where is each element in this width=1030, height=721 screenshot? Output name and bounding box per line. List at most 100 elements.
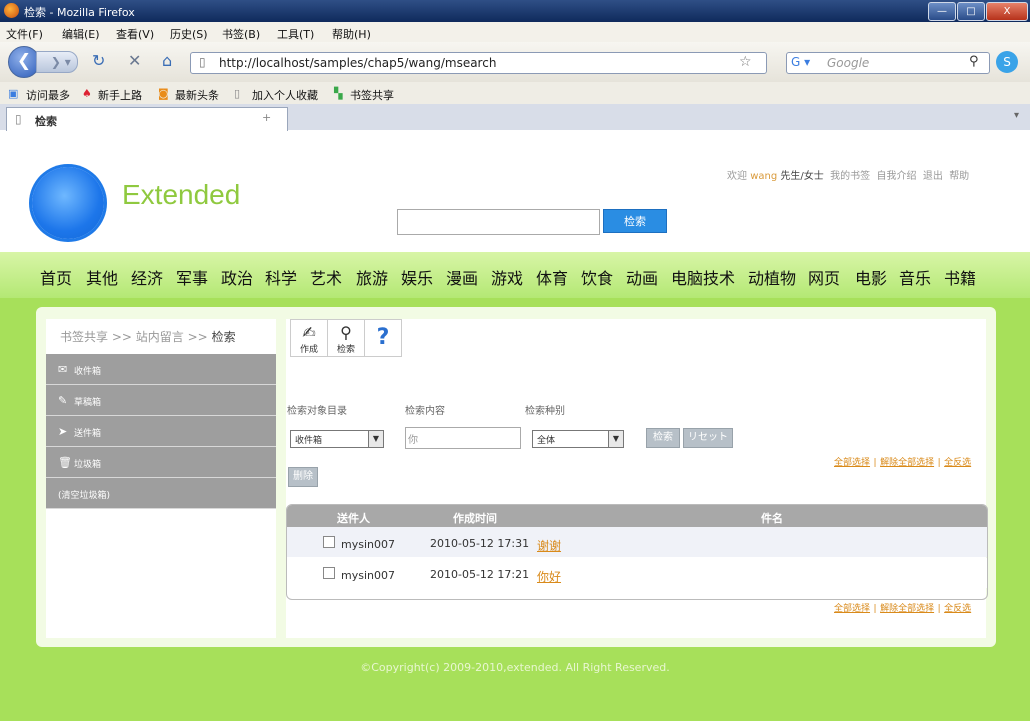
reset-button[interactable]: リセット — [683, 428, 733, 448]
search-submit-button[interactable]: 检索 — [646, 428, 680, 448]
row-subject-link[interactable]: 你好 — [537, 568, 561, 585]
site-search-input[interactable] — [397, 209, 600, 235]
category-music[interactable]: 音乐 — [899, 265, 931, 289]
tab-title[interactable]: 检索 — [35, 113, 57, 129]
category-food[interactable]: 饮食 — [581, 265, 613, 289]
delete-button[interactable]: 删除 — [288, 467, 318, 487]
target-folder-value: 收件箱 — [295, 436, 323, 446]
content-label: 检索内容 — [405, 406, 445, 417]
search-content-input[interactable] — [405, 427, 521, 449]
bookmark-add-favorites[interactable]: 加入个人收藏 — [252, 87, 318, 103]
menu-bookmarks[interactable]: 书签(B) — [222, 26, 260, 42]
forward-button[interactable]: ❯ ▾ — [36, 51, 78, 73]
breadcrumb-separator: >> — [111, 330, 132, 344]
menu-file[interactable]: 文件(F) — [6, 26, 43, 42]
category-other[interactable]: 其他 — [86, 265, 118, 289]
category-politics[interactable]: 政治 — [221, 265, 253, 289]
category-travel[interactable]: 旅游 — [356, 265, 388, 289]
category-movies[interactable]: 电影 — [855, 265, 887, 289]
help-button[interactable]: ? — [364, 319, 402, 357]
select-all-link[interactable]: 全部选择 — [834, 604, 870, 614]
new-tab-button[interactable]: + — [262, 111, 271, 124]
compose-button[interactable]: ✍ 作成 — [290, 319, 328, 357]
bookmark-star-icon[interactable]: ☆ — [739, 54, 752, 70]
category-home[interactable]: 首页 — [40, 265, 72, 289]
category-comics[interactable]: 漫画 — [446, 265, 478, 289]
category-nav: 首页 其他 经济 军事 政治 科学 艺术 旅游 娱乐 漫画 游戏 体育 饮食 动… — [0, 252, 1030, 298]
bookmark-latest-headlines[interactable]: 最新头条 — [175, 87, 219, 103]
category-sports[interactable]: 体育 — [536, 265, 568, 289]
menu-tools[interactable]: 工具(T) — [277, 26, 314, 42]
table-row[interactable]: mysin007 2010-05-12 17:21 你好 — [287, 558, 987, 588]
type-label: 检索种别 — [525, 406, 565, 417]
breadcrumb-messages[interactable]: 站内留言 — [136, 330, 184, 344]
target-folder-select[interactable]: 收件箱 ▼ — [290, 430, 384, 448]
deselect-all-link[interactable]: 解除全部选择 — [880, 458, 934, 468]
table-row[interactable]: mysin007 2010-05-12 17:31 谢谢 — [287, 527, 987, 557]
sidebar-item-drafts[interactable]: ✎ 草稿箱 — [46, 385, 276, 416]
close-window-button[interactable]: X — [986, 2, 1028, 21]
search-engine-box[interactable]: G ▾ Google ⚲ — [786, 52, 990, 74]
stop-icon[interactable]: ✕ — [128, 51, 141, 70]
menu-edit[interactable]: 编辑(E) — [62, 26, 100, 42]
category-games[interactable]: 游戏 — [491, 265, 523, 289]
google-icon[interactable]: G ▾ — [791, 55, 810, 69]
column-sender[interactable]: 送件人 — [337, 510, 370, 526]
tab-list-icon[interactable]: ▾ — [1014, 110, 1019, 121]
category-books[interactable]: 书籍 — [944, 265, 976, 289]
category-computers[interactable]: 电脑技术 — [671, 265, 735, 289]
url-bar[interactable]: ▯ http://localhost/samples/chap5/wang/ms… — [190, 52, 767, 74]
menu-help[interactable]: 帮助(H) — [332, 26, 371, 42]
link-self-intro[interactable]: 自我介绍 — [876, 171, 916, 182]
sidebar-item-empty-trash[interactable]: (清空垃圾箱) — [46, 478, 276, 509]
maximize-button[interactable]: □ — [957, 2, 985, 21]
category-entertainment[interactable]: 娱乐 — [401, 265, 433, 289]
row-subject-link[interactable]: 谢谢 — [537, 537, 561, 554]
invert-selection-link[interactable]: 全反选 — [944, 604, 971, 614]
category-nature[interactable]: 动植物 — [748, 265, 796, 289]
category-economy[interactable]: 经济 — [131, 265, 163, 289]
home-icon[interactable]: ⌂ — [162, 51, 172, 70]
menu-history[interactable]: 历史(S) — [170, 26, 208, 42]
search-type-select[interactable]: 全体 ▼ — [532, 430, 624, 448]
search-engine-placeholder[interactable]: Google — [827, 56, 869, 70]
select-all-link[interactable]: 全部选择 — [834, 458, 870, 468]
sidebar-item-trash[interactable]: 🗑 垃圾箱 — [46, 447, 276, 478]
menu-view[interactable]: 查看(V) — [116, 26, 154, 42]
link-help[interactable]: 帮助 — [949, 171, 969, 182]
url-text[interactable]: http://localhost/samples/chap5/wang/msea… — [219, 56, 496, 70]
bookmark-getting-started[interactable]: 新手上路 — [98, 87, 142, 103]
navigation-toolbar: ❮ ❯ ▾ ↻ ✕ ⌂ ▯ http://localhost/samples/c… — [0, 42, 1030, 82]
link-my-bookmarks[interactable]: 我的书签 — [830, 171, 870, 182]
search-icon[interactable]: ⚲ — [969, 54, 979, 69]
reload-icon[interactable]: ↻ — [92, 51, 105, 70]
skype-icon[interactable]: S — [996, 51, 1018, 73]
trash-icon: 🗑 — [58, 456, 72, 469]
bookmark-share[interactable]: 书签共享 — [350, 87, 394, 103]
message-table: 送件人 作成时间 件名 mysin007 2010-05-12 17:31 谢谢… — [286, 504, 988, 600]
chevron-down-icon[interactable]: ▼ — [368, 431, 383, 447]
site-search-button[interactable]: 检索 — [603, 209, 667, 233]
row-checkbox[interactable] — [323, 567, 335, 579]
target-folder-label: 检索对象目录 — [287, 406, 347, 417]
invert-selection-link[interactable]: 全反选 — [944, 458, 971, 468]
minimize-button[interactable]: — — [928, 2, 956, 21]
column-created-time[interactable]: 作成时间 — [453, 510, 497, 526]
category-military[interactable]: 军事 — [176, 265, 208, 289]
search-tool-button[interactable]: ⚲ 检索 — [327, 319, 365, 357]
column-subject[interactable]: 件名 — [761, 510, 783, 526]
sidebar-item-inbox[interactable]: ✉ 收件箱 — [46, 354, 276, 385]
link-logout[interactable]: 退出 — [923, 171, 943, 182]
compose-label: 作成 — [299, 345, 318, 355]
category-science[interactable]: 科学 — [265, 265, 297, 289]
deselect-all-link[interactable]: 解除全部选择 — [880, 604, 934, 614]
category-web[interactable]: 网页 — [808, 265, 840, 289]
category-art[interactable]: 艺术 — [310, 265, 342, 289]
tab-search[interactable]: ▯ 检索 — [6, 107, 288, 131]
row-checkbox[interactable] — [323, 536, 335, 548]
category-animation[interactable]: 动画 — [626, 265, 658, 289]
bookmark-most-visited[interactable]: 访问最多 — [26, 87, 70, 103]
breadcrumb-bookmark-share[interactable]: 书签共享 — [60, 330, 108, 344]
sidebar-item-sent[interactable]: ➤ 送件箱 — [46, 416, 276, 447]
chevron-down-icon[interactable]: ▼ — [608, 431, 623, 447]
